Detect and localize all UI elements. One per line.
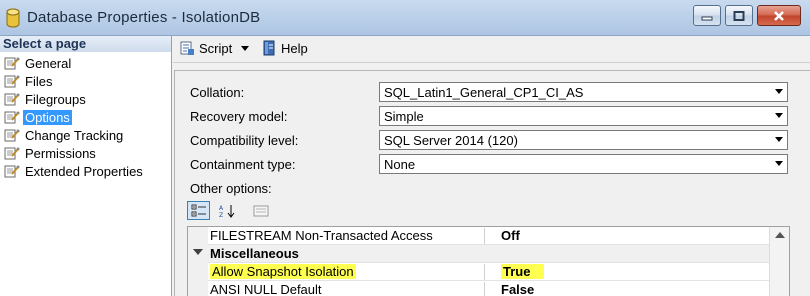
categorized-button[interactable] [187,201,210,220]
chevron-down-icon [775,113,783,118]
scroll-up-icon[interactable] [775,232,785,238]
close-button[interactable] [757,5,801,26]
page-item-extended-properties[interactable]: Extended Properties [0,162,171,180]
category-row[interactable]: Miscellaneous [208,245,771,263]
property-row-allow-snapshot[interactable]: Allow Snapshot Isolation True [208,263,771,281]
containment-type-dropdown[interactable]: None [379,154,788,174]
dropdown-arrow-icon[interactable] [240,44,250,52]
wrench-page-icon [4,111,20,124]
compatibility-level-value: SQL Server 2014 (120) [384,132,518,148]
title-bar: Database Properties - IsolationDB [0,0,810,36]
property-grid-toolbar: AZ [187,201,272,220]
recovery-model-dropdown[interactable]: Simple [379,106,788,126]
script-icon [180,41,194,55]
page-item-general[interactable]: General [0,54,171,72]
property-name: ANSI NULL Default [210,282,322,296]
property-value[interactable]: Off [484,228,771,244]
property-value[interactable]: False [484,282,771,296]
page-item-filegroups[interactable]: Filegroups [0,90,171,108]
page-selector-header: Select a page [0,36,171,52]
containment-type-label: Containment type: [190,156,296,172]
minimize-button[interactable] [693,5,721,26]
property-pages-button[interactable] [249,201,272,220]
page-item-permissions[interactable]: Permissions [0,144,171,162]
page-item-label: Files [25,73,53,89]
page-item-files[interactable]: Files [0,72,171,90]
collation-dropdown[interactable]: SQL_Latin1_General_CP1_CI_AS [379,82,788,102]
wrench-page-icon [4,165,20,178]
database-icon [6,8,20,28]
help-book-icon [263,40,275,56]
page-list: General Files Filegroups Options Change … [0,52,171,180]
page-item-options[interactable]: Options [0,108,171,126]
window-title: Database Properties - IsolationDB [27,9,261,26]
property-name: FILESTREAM Non-Transacted Access [210,228,433,243]
options-content: Collation: SQL_Latin1_General_CP1_CI_AS … [174,70,810,296]
window-controls [693,5,801,26]
property-grid: FILESTREAM Non-Transacted Access Off Mis… [187,226,790,296]
help-button[interactable]: Help [261,40,308,56]
chevron-down-icon [775,137,783,142]
script-label: Script [199,40,233,56]
category-name: Miscellaneous [210,246,299,261]
containment-type-value: None [384,156,416,172]
maximize-button[interactable] [725,5,753,26]
svg-text:Z: Z [219,212,223,218]
collation-label: Collation: [190,84,245,100]
toolbar: Script Help [173,36,810,63]
property-value[interactable]: True [484,264,771,280]
wrench-page-icon [4,57,20,70]
recovery-model-value: Simple [384,108,424,124]
wrench-page-icon [4,129,20,142]
chevron-down-icon [775,161,783,166]
page-item-label: General [25,55,72,71]
compatibility-level-dropdown[interactable]: SQL Server 2014 (120) [379,130,788,150]
help-label: Help [281,40,308,56]
sort-alphabetical-icon: AZ [219,204,234,218]
expand-caret-icon[interactable] [193,249,203,255]
page-item-change-tracking[interactable]: Change Tracking [0,126,171,144]
wrench-page-icon [4,147,20,160]
page-selector-panel: Select a page General Files Filegroups O… [0,36,172,296]
page-item-label: Change Tracking [25,127,124,143]
vertical-scrollbar[interactable] [769,227,789,296]
minimize-icon [701,16,713,20]
page-item-label: Filegroups [25,91,86,107]
recovery-model-label: Recovery model: [190,108,288,124]
page-item-label: Extended Properties [25,163,143,179]
other-options-label: Other options: [190,180,272,196]
chevron-down-icon [775,89,783,94]
collation-value: SQL_Latin1_General_CP1_CI_AS [384,84,584,100]
property-row[interactable]: ANSI NULL Default False [208,281,771,296]
script-button[interactable]: Script [179,40,250,56]
highlighted-value: True [501,264,545,279]
property-row[interactable]: FILESTREAM Non-Transacted Access Off [208,227,771,245]
alphabetical-button[interactable]: AZ [216,201,239,220]
wrench-page-icon [4,93,20,106]
highlighted-name: Allow Snapshot Isolation [210,264,356,279]
page-item-label: Permissions [25,145,96,161]
close-icon [774,10,784,21]
property-name: Allow Snapshot Isolation [210,264,482,280]
page-item-label: Options [23,109,72,125]
svg-text:A: A [219,205,224,212]
grid-gutter [188,227,208,296]
wrench-page-icon [4,75,20,88]
maximize-icon [733,10,745,21]
categorized-icon [191,204,206,216]
compatibility-level-label: Compatibility level: [190,132,299,148]
property-pages-icon [253,205,268,216]
